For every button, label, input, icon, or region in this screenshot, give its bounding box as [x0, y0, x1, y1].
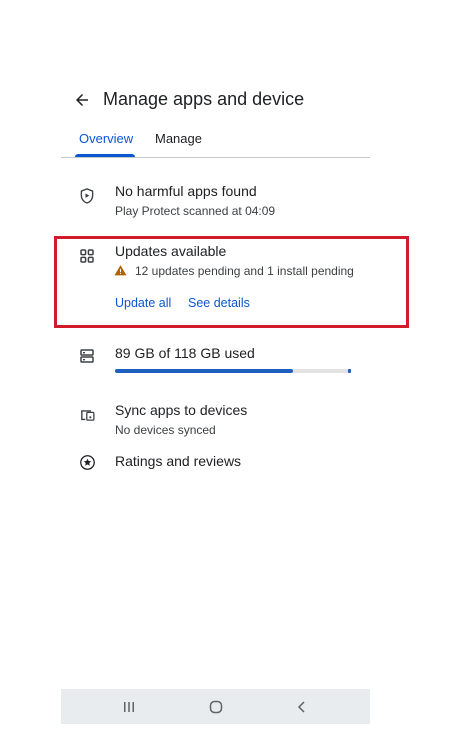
- back-button[interactable]: [70, 88, 94, 112]
- shield-icon: [77, 186, 97, 206]
- ratings-title: Ratings and reviews: [115, 453, 242, 469]
- page-title: Manage apps and device: [103, 89, 305, 109]
- arrow-back-icon: [76, 94, 88, 106]
- home-button[interactable]: [205, 696, 227, 718]
- warning-icon: [114, 264, 127, 277]
- tab-overview[interactable]: Overview: [79, 131, 133, 146]
- apps-grid-icon: [77, 246, 97, 266]
- storage-progress-bar: [115, 369, 351, 373]
- storage-title: 89 GB of 118 GB used: [115, 345, 255, 361]
- storage-icon: [77, 346, 97, 366]
- storage-progress-fill: [115, 369, 293, 373]
- sync-row[interactable]: Sync apps to devices No devices synced: [61, 398, 370, 442]
- play-protect-row[interactable]: No harmful apps found Play Protect scann…: [61, 176, 370, 224]
- sync-title: Sync apps to devices: [115, 402, 248, 418]
- updates-title: Updates available: [115, 243, 227, 259]
- updates-card: Updates available 12 updates pending and…: [61, 240, 370, 316]
- recents-icon: [124, 702, 134, 712]
- system-nav-bar: [61, 689, 370, 724]
- see-details-button[interactable]: See details: [188, 296, 250, 310]
- recents-button[interactable]: [118, 696, 140, 718]
- star-circle-icon: [77, 452, 97, 472]
- play-protect-title: No harmful apps found: [115, 183, 257, 199]
- storage-progress-end: [348, 369, 351, 373]
- devices-icon: [77, 404, 97, 424]
- play-protect-subtitle: Play Protect scanned at 04:09: [115, 204, 276, 218]
- storage-row[interactable]: 89 GB of 118 GB used: [61, 340, 370, 380]
- ratings-row[interactable]: Ratings and reviews: [61, 450, 370, 476]
- update-all-button[interactable]: Update all: [115, 296, 171, 310]
- tab-manage[interactable]: Manage: [155, 131, 202, 146]
- home-icon: [209, 700, 223, 714]
- tab-indicator: [75, 154, 135, 157]
- updates-subtitle: 12 updates pending and 1 install pending: [135, 264, 354, 278]
- nav-back-button[interactable]: [291, 696, 313, 718]
- back-icon: [297, 701, 305, 713]
- sync-subtitle: No devices synced: [115, 423, 216, 437]
- tab-bar: Overview Manage: [61, 120, 370, 158]
